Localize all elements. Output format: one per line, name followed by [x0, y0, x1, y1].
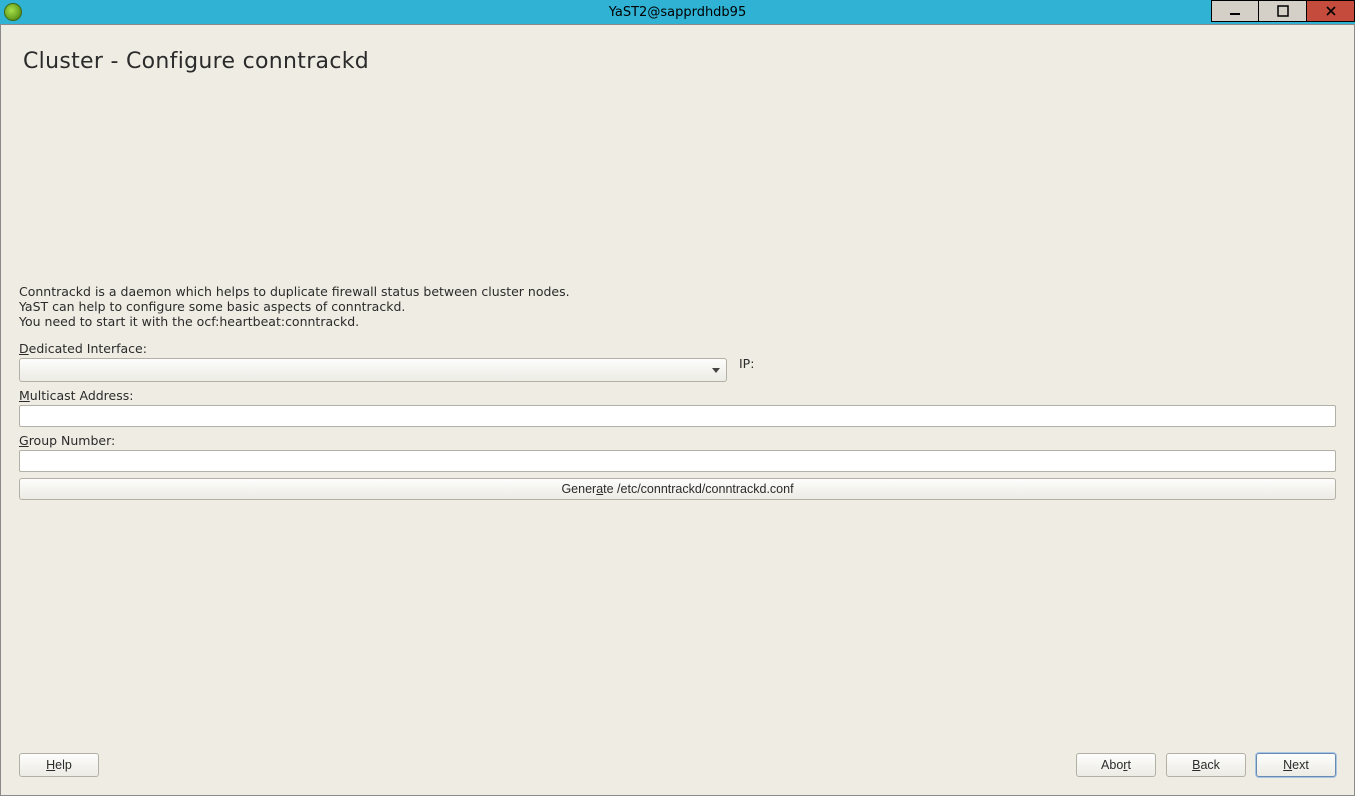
- dedicated-interface-combo[interactable]: [19, 358, 727, 382]
- client-area: Cluster - Configure conntrackd Conntrack…: [0, 24, 1355, 796]
- ip-label: IP:: [739, 356, 754, 371]
- page-title: Cluster - Configure conntrackd: [23, 49, 1336, 74]
- description-line: YaST can help to configure some basic as…: [19, 299, 1336, 314]
- close-button[interactable]: [1307, 0, 1355, 22]
- help-button[interactable]: Help: [19, 753, 99, 777]
- dedicated-interface-row: IP:: [19, 358, 1336, 382]
- description-line: Conntrackd is a daemon which helps to du…: [19, 284, 1336, 299]
- maximize-button[interactable]: [1259, 0, 1307, 22]
- chevron-down-icon: [712, 368, 720, 373]
- dedicated-interface-label: Dedicated Interface:: [19, 341, 1336, 356]
- multicast-address-input[interactable]: [19, 405, 1336, 427]
- spacer: [19, 500, 1336, 751]
- back-button[interactable]: Back: [1166, 753, 1246, 777]
- description-line: You need to start it with the ocf:heartb…: [19, 314, 1336, 329]
- minimize-button[interactable]: [1211, 0, 1259, 22]
- group-number-label: Group Number:: [19, 433, 1336, 448]
- description-text: Conntrackd is a daemon which helps to du…: [19, 284, 1336, 329]
- window-controls: [1211, 0, 1355, 22]
- button-bar: Help Abort Back Next: [19, 751, 1336, 777]
- generate-conf-button[interactable]: Generate /etc/conntrackd/conntrackd.conf: [19, 478, 1336, 500]
- abort-button[interactable]: Abort: [1076, 753, 1156, 777]
- titlebar[interactable]: YaST2@sapprdhdb95: [0, 0, 1355, 24]
- spacer: [19, 74, 1336, 284]
- window-frame: YaST2@sapprdhdb95 Cluster - Configure co…: [0, 0, 1355, 796]
- group-number-input[interactable]: [19, 450, 1336, 472]
- multicast-address-label: Multicast Address:: [19, 388, 1336, 403]
- window-title: YaST2@sapprdhdb95: [0, 5, 1355, 20]
- next-button[interactable]: Next: [1256, 753, 1336, 777]
